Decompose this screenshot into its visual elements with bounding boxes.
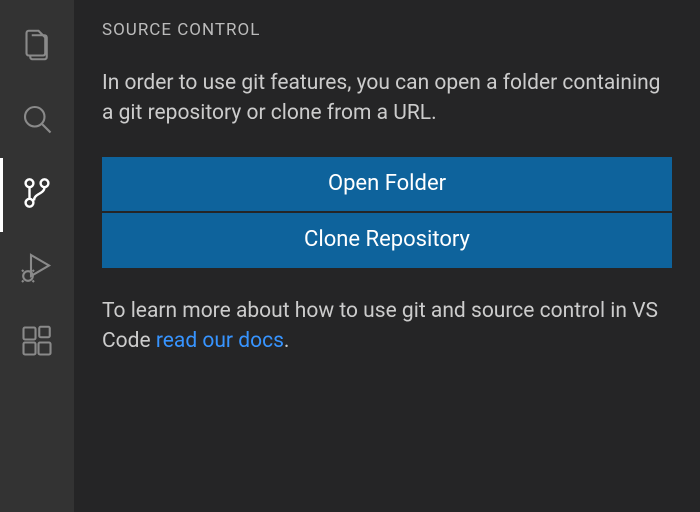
welcome-intro-text: In order to use git features, you can op… (102, 68, 672, 129)
sidebar-title: SOURCE CONTROL (74, 0, 700, 48)
source-control-sidebar: SOURCE CONTROL In order to use git featu… (74, 0, 700, 512)
extensions-icon (19, 323, 55, 363)
source-control-icon (19, 175, 55, 215)
scm-welcome-view: In order to use git features, you can op… (74, 48, 700, 357)
activity-item-search[interactable] (0, 84, 74, 158)
activity-item-run-debug[interactable] (0, 232, 74, 306)
clone-repository-button[interactable]: Clone Repository (102, 213, 672, 267)
activity-bar (0, 0, 74, 512)
run-debug-icon (19, 249, 55, 289)
files-icon (19, 27, 55, 67)
read-our-docs-link[interactable]: read our docs (156, 329, 284, 353)
learn-more-suffix: . (284, 329, 290, 353)
activity-item-explorer[interactable] (0, 10, 74, 84)
activity-item-extensions[interactable] (0, 306, 74, 380)
activity-item-source-control[interactable] (0, 158, 74, 232)
search-icon (19, 101, 55, 141)
welcome-learn-more-text: To learn more about how to use git and s… (102, 296, 672, 357)
open-folder-button[interactable]: Open Folder (102, 157, 672, 211)
welcome-buttons: Open Folder Clone Repository (102, 157, 672, 268)
